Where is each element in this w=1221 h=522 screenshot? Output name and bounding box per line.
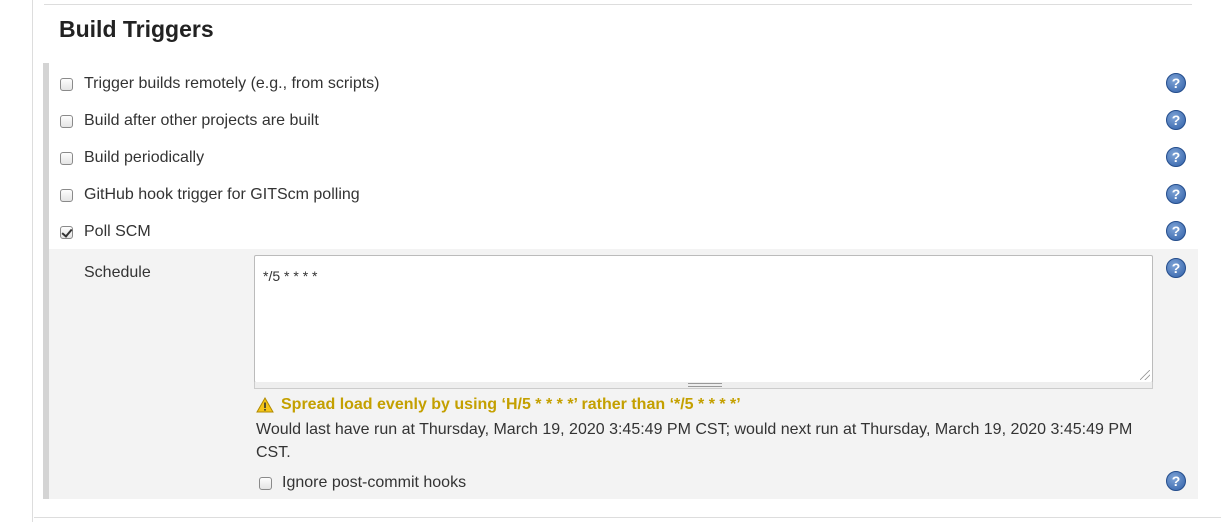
ignore-hooks-label: Ignore post-commit hooks bbox=[282, 474, 467, 491]
resize-handle-icon[interactable] bbox=[1140, 370, 1150, 380]
trigger-after-projects-row[interactable]: Build after other projects are built bbox=[60, 109, 319, 133]
textarea-expand-bar[interactable] bbox=[254, 382, 1153, 389]
help-icon[interactable]: ? bbox=[1166, 147, 1186, 167]
trigger-periodically-row[interactable]: Build periodically bbox=[60, 146, 204, 170]
trigger-remote-label: Trigger builds remotely (e.g., from scri… bbox=[84, 75, 380, 92]
trigger-poll-scm-label: Poll SCM bbox=[84, 223, 151, 240]
ignore-hooks-checkbox[interactable] bbox=[259, 476, 272, 490]
ignore-hooks-row[interactable]: Ignore post-commit hooks bbox=[259, 471, 466, 495]
trigger-poll-scm-row[interactable]: Poll SCM bbox=[60, 220, 151, 244]
trigger-poll-scm-checkbox[interactable] bbox=[60, 225, 73, 239]
help-icon[interactable]: ? bbox=[1166, 221, 1186, 241]
trigger-github-hook-checkbox[interactable] bbox=[60, 188, 73, 202]
help-icon[interactable]: ? bbox=[1166, 258, 1186, 278]
bottom-divider bbox=[34, 517, 1221, 518]
schedule-label: Schedule bbox=[84, 264, 151, 281]
help-icon[interactable]: ? bbox=[1166, 73, 1186, 93]
help-icon[interactable]: ? bbox=[1166, 184, 1186, 204]
schedule-warning: Spread load evenly by using ‘H/5 * * * *… bbox=[256, 396, 741, 414]
warning-icon bbox=[256, 397, 274, 413]
trigger-after-projects-checkbox[interactable] bbox=[60, 114, 73, 128]
trigger-github-hook-row[interactable]: GitHub hook trigger for GITScm polling bbox=[60, 183, 360, 207]
section-title: Build Triggers bbox=[59, 16, 214, 42]
trigger-remote-checkbox[interactable] bbox=[60, 77, 73, 91]
help-icon[interactable]: ? bbox=[1166, 471, 1186, 491]
warning-text: Spread load evenly by using ‘H/5 * * * *… bbox=[281, 396, 741, 413]
top-divider bbox=[44, 4, 1192, 5]
grip-icon bbox=[688, 383, 722, 387]
schedule-textarea[interactable]: */5 * * * * bbox=[254, 255, 1153, 383]
trigger-periodically-label: Build periodically bbox=[84, 149, 205, 166]
help-icon[interactable]: ? bbox=[1166, 110, 1186, 130]
trigger-after-projects-label: Build after other projects are built bbox=[84, 112, 319, 129]
trigger-remote-row[interactable]: Trigger builds remotely (e.g., from scri… bbox=[60, 72, 379, 96]
trigger-github-hook-label: GitHub hook trigger for GITScm polling bbox=[84, 186, 360, 203]
trigger-periodically-checkbox[interactable] bbox=[60, 151, 73, 165]
schedule-value: */5 * * * * bbox=[263, 268, 318, 284]
schedule-run-info: Would last have run at Thursday, March 1… bbox=[256, 421, 1133, 461]
